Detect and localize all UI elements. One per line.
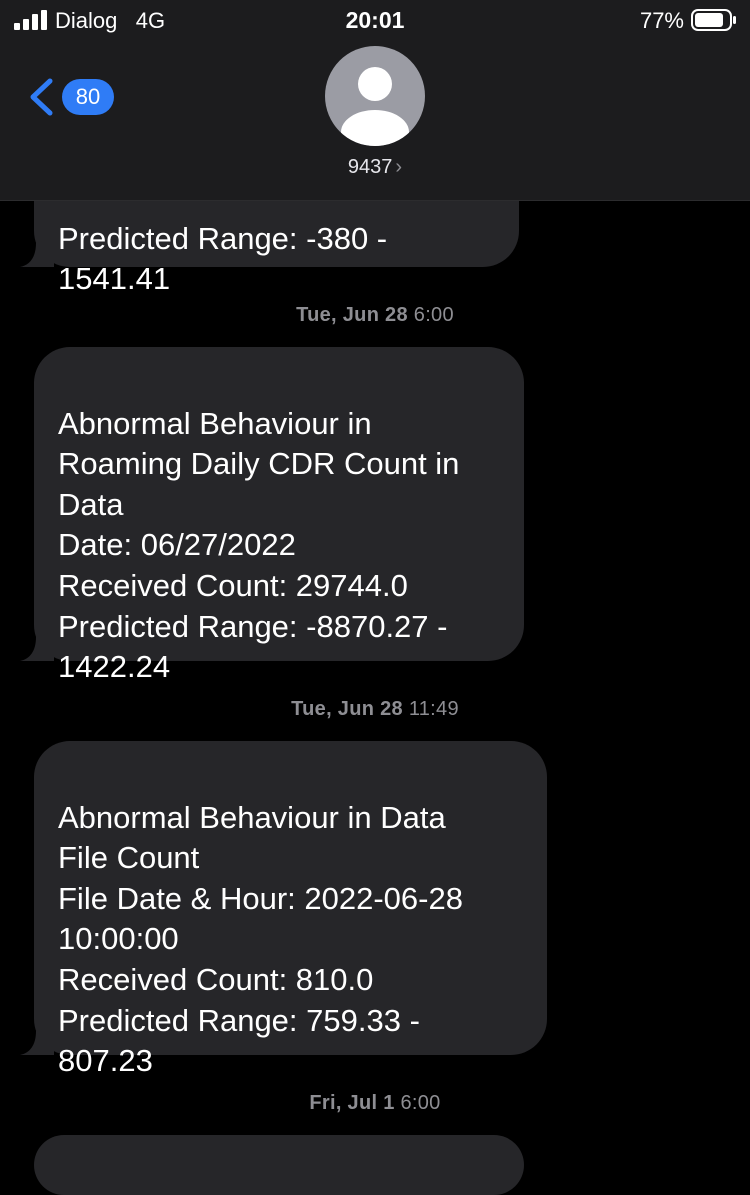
unread-count-badge: 80: [62, 79, 114, 115]
bubble-tail-icon: [20, 631, 54, 661]
timestamp-time: 6:00: [413, 304, 454, 326]
timestamp-day: Tue, Jun 28: [291, 698, 403, 720]
message-bubble[interactable]: Abnormal Behaviour in Data File Count Fi…: [20, 741, 547, 1078]
back-button[interactable]: 80: [28, 74, 118, 120]
timestamp-time: 11:49: [408, 698, 459, 720]
battery-percent: 77%: [639, 8, 684, 33]
timestamp: Tue, Jun 28 11:49: [0, 698, 750, 721]
avatar-icon[interactable]: [325, 46, 425, 146]
timestamp: Tue, Jun 28 6:00: [0, 304, 750, 327]
timestamp: Fri, Jul 1 6:00: [0, 1092, 750, 1115]
status-time: 20:01: [345, 7, 405, 33]
chevron-right-icon: ›: [395, 156, 403, 178]
message-text: Predicted Range: -380 - 1541.41: [58, 220, 388, 297]
bubble-tail-icon: [20, 237, 54, 267]
timestamp-time: 6:00: [400, 1092, 441, 1114]
timestamp-day: Fri, Jul 1: [309, 1092, 395, 1114]
conversation-header: Dialog 4G 20:01 77% 80 9437 ›: [0, 0, 750, 201]
message-text: Abnormal Behaviour in Data File Count Fi…: [58, 799, 463, 1079]
back-chevron-icon: [30, 78, 53, 116]
message-bubble[interactable]: Abnormal Behaviour in Roaming Daily CDR …: [20, 347, 524, 684]
contact-name-button[interactable]: 9437 ›: [0, 156, 750, 179]
status-bar: Dialog 4G 20:01 77%: [0, 0, 750, 40]
message-bubble[interactable]: [34, 1135, 524, 1195]
contact-name: 9437: [347, 156, 393, 178]
battery-icon: [691, 9, 736, 31]
bubble-tail-icon: [20, 1025, 54, 1055]
timestamp-day: Tue, Jun 28: [296, 304, 408, 326]
message-text: Abnormal Behaviour in Roaming Daily CDR …: [58, 405, 460, 685]
